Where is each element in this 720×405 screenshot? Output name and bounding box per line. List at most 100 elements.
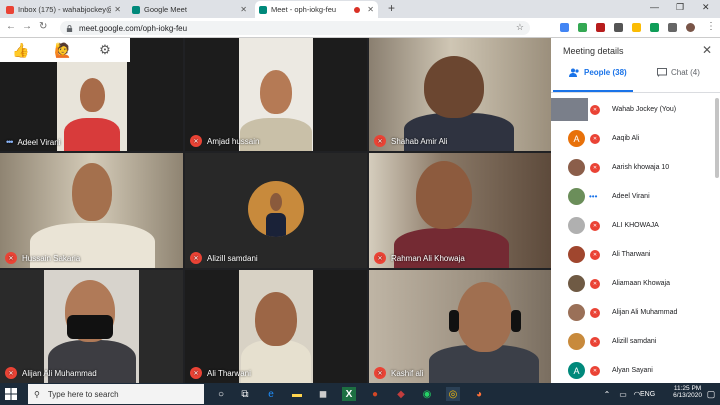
- tray-chevron-icon[interactable]: ⌃: [600, 387, 614, 401]
- menu-kebab-icon[interactable]: ⋮: [706, 21, 716, 32]
- person-silhouette: [416, 161, 472, 229]
- participant-row[interactable]: A ✕ Aaqib Ali: [551, 127, 720, 150]
- participant-avatar: [248, 181, 304, 237]
- video-tile[interactable]: ✕ Kashif ali: [369, 270, 551, 383]
- participant-row[interactable]: ✕ Alizill samdani: [551, 330, 720, 353]
- muted-mic-icon: ✕: [5, 252, 17, 264]
- windows-start-icon[interactable]: [5, 388, 17, 400]
- headphones-icon: [511, 310, 521, 332]
- video-tile[interactable]: ✕ Amjad hussain: [185, 38, 367, 151]
- thumbs-up-button[interactable]: 👍: [0, 42, 42, 59]
- reload-icon[interactable]: ↻: [39, 21, 47, 32]
- language-indicator[interactable]: ENG: [640, 387, 655, 401]
- video-tile[interactable]: ✕ Alijan Ali Muhammad: [0, 270, 183, 383]
- extension-icon[interactable]: [632, 23, 641, 32]
- headphones-icon: [449, 310, 459, 332]
- participant-row[interactable]: ••• Adeel Virani: [551, 185, 720, 208]
- firefox-icon[interactable]: ◕: [472, 387, 486, 401]
- muted-mic-icon: ✕: [590, 220, 600, 231]
- participant-row[interactable]: ✕ Aarish khowaja 10: [551, 156, 720, 179]
- muted-mic-icon: ✕: [590, 162, 600, 173]
- video-tile[interactable]: ✕ Hussain Sakaria: [0, 153, 183, 268]
- url-field[interactable]: meet.google.com/oph-iokg-feu ☆: [60, 21, 530, 35]
- task-view-icon[interactable]: ⧉: [238, 387, 252, 401]
- self-video-thumbnail: [551, 98, 588, 121]
- notifications-icon[interactable]: ▢: [704, 387, 718, 401]
- tab-chat[interactable]: Chat (4): [657, 68, 700, 77]
- store-icon[interactable]: ◼: [316, 387, 330, 401]
- app-icon[interactable]: ◆: [394, 387, 408, 401]
- person-silhouette: [72, 163, 112, 221]
- powerpoint-icon[interactable]: ●: [368, 387, 382, 401]
- participant-name: Alyan Sayani: [612, 367, 653, 374]
- participant-row[interactable]: ✕ Aliamaan Khowaja: [551, 272, 720, 295]
- close-panel-icon[interactable]: ✕: [702, 43, 712, 57]
- close-tab-icon[interactable]: ✕: [240, 5, 247, 14]
- extension-icon[interactable]: [650, 23, 659, 32]
- avatar: [568, 159, 585, 176]
- extension-icon[interactable]: [578, 23, 587, 32]
- participant-name: Aliamaan Khowaja: [612, 280, 670, 287]
- raise-hand-button[interactable]: 🙋: [42, 42, 84, 59]
- video-tile[interactable]: ✕ Ali Tharwani: [185, 270, 367, 383]
- avatar: A: [568, 362, 585, 379]
- participant-row[interactable]: ✕ Alijan Ali Muhammad: [551, 301, 720, 324]
- edge-icon[interactable]: e: [264, 387, 278, 401]
- video-tile[interactable]: ✕ Alizill samdani: [185, 153, 367, 268]
- close-tab-icon[interactable]: ✕: [114, 5, 121, 14]
- muted-mic-icon: ✕: [590, 249, 600, 260]
- tab-meet-call[interactable]: Meet - oph-iokg-feu ✕: [255, 1, 378, 18]
- extension-icon[interactable]: [614, 23, 623, 32]
- speaking-indicator-icon: •••: [589, 192, 598, 201]
- participant-row[interactable]: ✕ Ali Tharwani: [551, 243, 720, 266]
- extension-icon[interactable]: [668, 23, 677, 32]
- taskbar-search-input[interactable]: ⚲ Type here to search: [28, 384, 204, 404]
- close-window-icon[interactable]: ✕: [702, 2, 710, 13]
- muted-mic-icon: ✕: [190, 367, 202, 379]
- whatsapp-icon[interactable]: ◉: [420, 387, 434, 401]
- back-icon[interactable]: ←: [6, 21, 16, 32]
- excel-icon[interactable]: X: [342, 387, 356, 401]
- clock[interactable]: 11:25 PM 6/13/2020: [673, 385, 702, 399]
- forward-icon[interactable]: →: [22, 21, 32, 32]
- tab-people[interactable]: People (38): [569, 68, 627, 77]
- muted-mic-icon: ✕: [374, 135, 386, 147]
- profile-avatar[interactable]: [686, 23, 695, 32]
- person-silhouette: [241, 340, 311, 383]
- avatar: [568, 333, 585, 350]
- minimize-icon[interactable]: —: [650, 2, 659, 12]
- participant-row[interactable]: ✕ Wahab Jockey (You): [551, 98, 720, 121]
- bookmark-star-icon[interactable]: ☆: [516, 22, 524, 33]
- participant-name: Wahab Jockey (You): [612, 106, 677, 113]
- person-silhouette: [457, 282, 512, 352]
- muted-mic-icon: ✕: [190, 135, 202, 147]
- file-explorer-icon[interactable]: ▬: [290, 387, 304, 401]
- person-silhouette: [64, 118, 120, 151]
- new-tab-button[interactable]: +: [388, 1, 395, 15]
- settings-gear-icon[interactable]: ⚙: [84, 42, 126, 58]
- muted-mic-icon: ✕: [590, 278, 600, 289]
- participant-name: Aaqib Ali: [612, 135, 640, 142]
- tab-inbox[interactable]: Inbox (175) - wahabjockey@gm... ✕: [2, 1, 125, 18]
- participant-row[interactable]: ✕ ALI KHOWAJA: [551, 214, 720, 237]
- reactions-bar: 👍 🙋 ⚙: [0, 38, 130, 62]
- participant-name: Amjad hussain: [207, 136, 260, 146]
- participant-name: Shahab Amir Ali: [391, 136, 448, 146]
- pdf-extension-icon[interactable]: [596, 23, 605, 32]
- extension-icon[interactable]: [560, 23, 569, 32]
- panel-title: Meeting details: [563, 46, 624, 56]
- video-tile[interactable]: ✕ Rahman Ali Khowaja: [369, 153, 551, 268]
- maximize-icon[interactable]: ❐: [676, 2, 684, 13]
- tab-google-meet[interactable]: Google Meet ✕: [128, 1, 251, 18]
- battery-icon[interactable]: ▭: [616, 387, 630, 401]
- muted-mic-icon: ✕: [590, 307, 600, 318]
- cortana-icon[interactable]: ○: [214, 387, 228, 401]
- chrome-icon[interactable]: ◎: [446, 387, 460, 401]
- person-silhouette: [260, 70, 292, 114]
- muted-mic-icon: ✕: [590, 133, 600, 144]
- divider: [551, 92, 720, 93]
- close-tab-icon[interactable]: ✕: [367, 5, 374, 14]
- avatar: [568, 188, 585, 205]
- video-tile[interactable]: ✕ Shahab Amir Ali: [369, 38, 551, 151]
- participant-row[interactable]: A ✕ Alyan Sayani: [551, 359, 720, 382]
